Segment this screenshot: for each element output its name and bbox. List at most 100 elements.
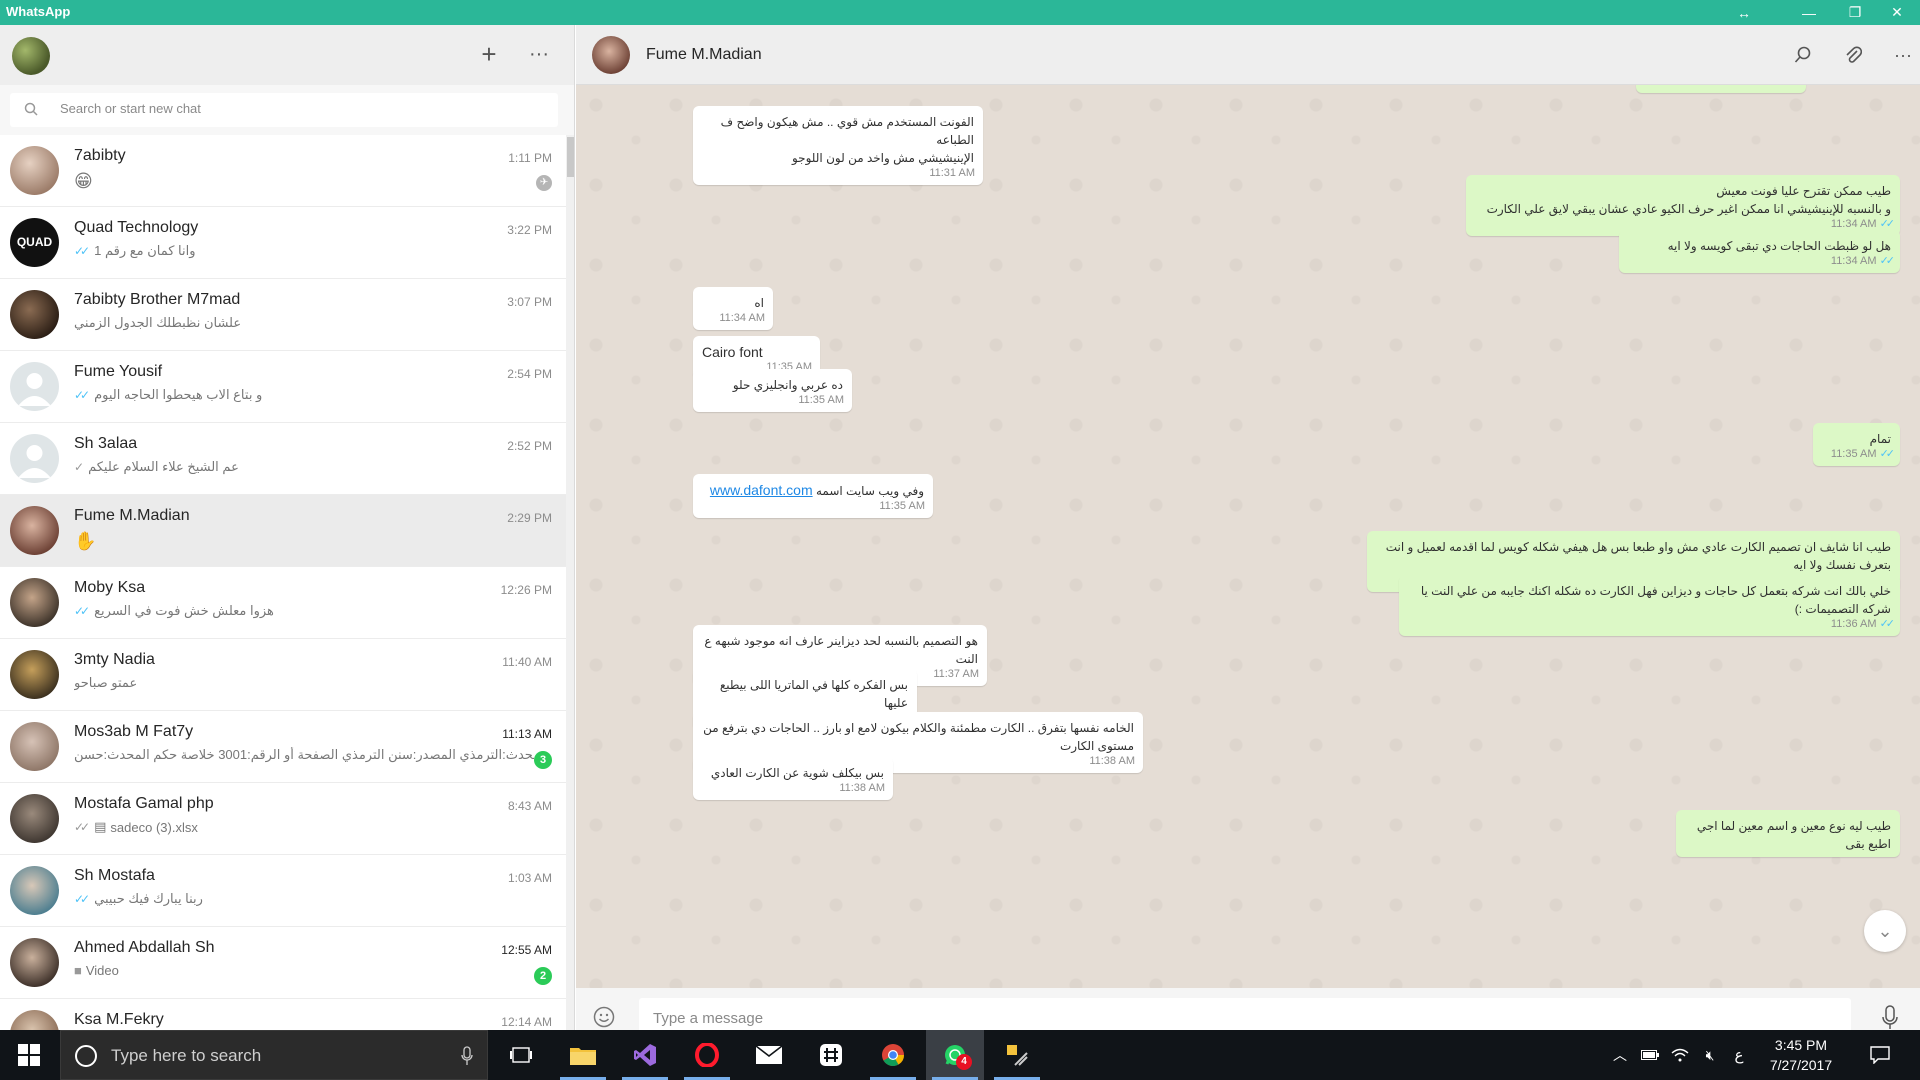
message-text: طيب ليه نوع معين و اسم معين لما اجي اطبع… [1685,817,1891,853]
clock-time: 3:45 PM [1774,1037,1828,1053]
search-box[interactable] [10,93,558,127]
chat-time: 3:22 PM [507,223,552,237]
menu-icon[interactable]: ··· [524,40,554,70]
chat-preview-text: و بتاع الاب هيحطوا الحاجه اليوم [94,387,263,402]
default-avatar-icon [18,373,51,406]
chat-preview-text: علشان نظبطلك الجدول الزمني [74,315,242,330]
chat-list-item[interactable]: Fume M.Madian 2:29 PM ✋ [0,495,566,567]
chat-name: Fume M.Madian [74,507,190,524]
message-meta: 11:38 AM [1089,752,1135,770]
file-explorer-icon[interactable] [554,1030,612,1080]
contact-name[interactable]: Fume M.Madian [646,46,762,64]
chat-preview: ✓✓ و بتاع الاب هيحطوا الحاجه اليوم [74,387,262,403]
chat-list-item[interactable]: 7abibty 1:11 PM 😁 ✈ [0,135,566,207]
chrome-icon[interactable] [864,1030,922,1080]
chat-avatar [10,650,59,699]
chat-list-item[interactable]: Ksa M.Fekry 12:14 AM [0,999,566,1030]
video-icon: ■ [74,963,82,978]
message-meta: 11:38 AM [839,779,885,797]
taskbar-mic-icon[interactable] [461,1046,473,1066]
chat-preview-text: sadeco (3).xlsx [110,819,198,835]
action-center-icon[interactable] [1860,1030,1900,1080]
chat-list-item[interactable]: Fume Yousif 2:54 PM ✓✓ و بتاع الاب هيحطوا ا… [0,351,566,423]
chat-list-item[interactable]: QUAD Quad Technology 3:22 PM ✓✓ وانا كمان مع… [0,207,566,279]
outgoing-message[interactable]: طيب ممكن تقترح عليا فونت معيش و بالنسبه … [1466,175,1900,236]
conversation-menu-icon[interactable]: ··· [1888,40,1918,70]
chat-list-item[interactable]: Moby Ksa 12:26 PM ✓✓ هزوا معلش خش فوت في ال… [0,567,566,639]
scrollbar-thumb[interactable] [567,137,574,177]
message-text-body: بس الفكره كلها في الماتريا اللى بيطبع عل… [719,678,908,710]
outgoing-message[interactable]: طيب ليه نوع معين و اسم معين لما اجي اطبع… [1676,810,1900,857]
start-button[interactable] [0,1030,58,1080]
visual-studio-icon[interactable] [616,1030,674,1080]
outgoing-message[interactable]: خلي بالك انت شركه بتعمل كل حاجات و ديزاي… [1399,575,1900,636]
message-time: 11:38 AM [1089,755,1135,767]
chat-list-item[interactable]: Mostafa Gamal php 8:43 AM ✓✓ ▤ sadeco (3).xl… [0,783,566,855]
new-chat-icon[interactable]: + [474,40,504,70]
incoming-message[interactable]: وفي ويب سايت اسمه www.dafont.com 11:35 AM [693,474,933,518]
chat-preview: ✋ [74,531,96,552]
chat-preview-text: القشيري المحدث:الترمذي المصدر:سنن الترمذ… [74,747,534,762]
composer [576,988,1920,1030]
message-time: 11:34 AM [719,312,765,324]
search-input[interactable] [60,101,540,116]
message-time: 11:35 AM [798,394,844,406]
chat-list-item[interactable]: Sh 3alaa 2:52 PM ✓ عم الشيخ علاء السلام علي… [0,423,566,495]
whatsapp-taskbar-icon[interactable]: 4 [926,1030,984,1080]
opera-icon[interactable] [678,1030,736,1080]
battery-icon[interactable] [1636,1030,1664,1080]
slack-icon[interactable] [802,1030,860,1080]
attach-icon[interactable] [1838,40,1868,70]
message-input[interactable] [639,998,1851,1030]
tools-app-icon[interactable] [988,1030,1046,1080]
message-text-body: الفونت المستخدم مش قوي .. مش هيكون واضح … [720,115,974,165]
microphone-icon[interactable] [1880,1004,1900,1030]
outgoing-message[interactable]: تمام 11:35 AM ✓✓ [1813,423,1900,466]
mail-icon[interactable] [740,1030,798,1080]
resize-arrows-icon[interactable]: ↔ [1721,0,1767,25]
contact-avatar[interactable] [592,36,630,74]
close-button[interactable]: ✕ [1874,0,1920,25]
incoming-message[interactable]: اه 11:34 AM [693,287,773,330]
incoming-message[interactable]: الفونت المستخدم مش قوي .. مش هيكون واضح … [693,106,983,185]
my-avatar[interactable] [12,37,50,75]
input-language[interactable]: ع [1726,1030,1752,1080]
chat-preview: علشان نظبطلك الجدول الزمني [74,315,241,331]
task-view-icon[interactable] [492,1030,550,1080]
tray-chevron-icon[interactable]: ︿ [1606,1030,1634,1080]
message-text-body: خلي بالك انت شركه بتعمل كل حاجات و ديزاي… [1420,584,1891,616]
outgoing-message[interactable]: هل لو ظبطت الحاجات دي تبقى كويسه ولا ايه… [1619,230,1900,273]
read-receipt-icon: ✓✓ [74,820,90,834]
search-messages-icon[interactable] [1788,40,1818,70]
incoming-message[interactable]: ده عربي وانجليزي حلو 11:35 AM [693,369,852,412]
chat-list-item[interactable]: 7abibty Brother M7mad 3:07 PM علشان نظبطلك… [0,279,566,351]
read-receipt-icon: ✓✓ [1879,618,1896,630]
chat-preview: ✓ عم الشيخ علاء السلام عليكم [74,459,239,475]
taskbar-search[interactable]: Type here to search [60,1030,488,1080]
emoji-icon[interactable] [593,1006,615,1028]
message-text-body: Cairo font [702,344,763,360]
volume-muted-icon[interactable]: 🔇︎ [1696,1030,1724,1080]
scroll-down-button[interactable]: ⌄ [1864,910,1906,952]
message-time: 11:31 AM [929,167,975,179]
read-receipt-icon: ✓✓ [74,892,90,906]
chat-list-item[interactable]: Sh Mostafa 1:03 AM ✓✓ ربنا يبارك فيك حبيبي [0,855,566,927]
clock[interactable]: 3:45 PM 7/27/2017 [1756,1035,1846,1075]
minimize-button[interactable]: — [1786,0,1832,25]
taskbar: Type here to search 4 ︿ 🔇︎ ع 3:45 PM 7/2… [0,1030,1920,1080]
wifi-icon[interactable] [1666,1030,1694,1080]
message-link[interactable]: www.dafont.com [710,482,813,498]
restore-button[interactable]: ❐ [1832,0,1878,25]
read-receipt-icon: ✓✓ [74,388,90,402]
chat-list-item[interactable]: 3mty Nadia 11:40 AM عمتو صباحو [0,639,566,711]
chat-avatar [10,362,59,411]
unread-badge: 3 [534,751,552,769]
chat-preview: ■ Video [74,963,119,978]
message-text: بس الفكره كلها في الماتريا اللى بيطبع عل… [702,676,908,712]
quad-logo: QUAD [16,235,53,249]
chat-list-item[interactable]: Mos3ab M Fat7y 11:13 AM القشيري المحدث:الت… [0,711,566,783]
chat-avatar [10,290,59,339]
chat-list-item[interactable]: Ahmed Abdallah Sh 12:55 AM ■ Video 2 [0,927,566,999]
incoming-message[interactable]: بس بيكلف شوية عن الكارت العادي 11:38 AM [693,757,893,800]
chat-list-scrollbar[interactable] [566,135,574,1030]
